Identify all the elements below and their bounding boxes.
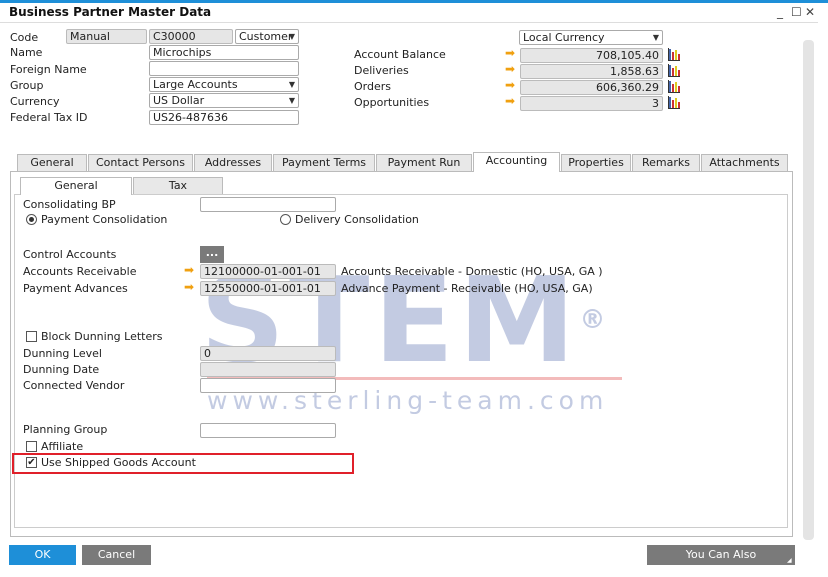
code-field[interactable]: C30000 (149, 29, 233, 44)
payment-consolidation-radio[interactable] (26, 214, 37, 225)
link-arrow-icon[interactable]: ➡ (505, 95, 515, 108)
name-field[interactable]: Microchips (149, 45, 299, 60)
name-label: Name (10, 46, 43, 59)
bar-chart-icon[interactable] (668, 96, 680, 109)
vertical-scrollbar[interactable] (803, 40, 814, 540)
tab-contact-persons[interactable]: Contact Persons (88, 154, 193, 171)
control-accounts-label: Control Accounts (23, 248, 117, 261)
tab-payment-terms[interactable]: Payment Terms (273, 154, 375, 171)
balance-value: 1,858.63 (520, 64, 663, 79)
currency-mode-select[interactable]: Local Currency (519, 30, 663, 45)
tax-id-label: Federal Tax ID (10, 111, 88, 124)
code-series-field[interactable]: Manual (66, 29, 147, 44)
tab-payment-run[interactable]: Payment Run (376, 154, 472, 171)
balance-label: Deliveries (354, 64, 409, 77)
bar-chart-icon[interactable] (668, 48, 680, 61)
you-can-also-button[interactable]: You Can Also (647, 545, 795, 565)
dunning-date-field[interactable] (200, 362, 336, 377)
consolidating-bp-label: Consolidating BP (23, 198, 116, 211)
tax-id-field[interactable]: US26-487636 (149, 110, 299, 125)
ar-description: Accounts Receivable - Domestic (HO, USA,… (341, 265, 603, 278)
code-label: Code (10, 31, 39, 44)
maximize-button[interactable]: ☐ (791, 5, 802, 19)
link-arrow-icon[interactable]: ➡ (505, 63, 515, 76)
planning-group-label: Planning Group (23, 423, 108, 436)
payment-consolidation-label: Payment Consolidation (41, 213, 168, 226)
currency-select[interactable]: US Dollar (149, 93, 299, 108)
balance-label: Account Balance (354, 48, 446, 61)
tab-remarks[interactable]: Remarks (632, 154, 700, 171)
shipped-goods-label: Use Shipped Goods Account (41, 456, 196, 469)
balance-value: 606,360.29 (520, 80, 663, 95)
window-top-bar (0, 0, 828, 3)
link-arrow-icon[interactable]: ➡ (505, 47, 515, 60)
dunning-date-label: Dunning Date (23, 363, 100, 376)
bp-type-select[interactable]: Customer (235, 29, 299, 44)
connected-vendor-label: Connected Vendor (23, 379, 125, 392)
tab-general[interactable]: General (17, 154, 87, 171)
dunning-level-label: Dunning Level (23, 347, 102, 360)
balance-label: Orders (354, 80, 391, 93)
minimize-button[interactable]: _ (777, 5, 783, 19)
balance-value: 708,105.40 (520, 48, 663, 63)
planning-group-field[interactable] (200, 423, 336, 438)
tab-attachments[interactable]: Attachments (701, 154, 788, 171)
bar-chart-icon[interactable] (668, 64, 680, 77)
pa-description: Advance Payment - Receivable (HO, USA, G… (341, 282, 593, 295)
window-title: Business Partner Master Data (9, 5, 212, 19)
connected-vendor-field[interactable] (200, 378, 336, 393)
ok-button[interactable]: OK (9, 545, 76, 565)
currency-label: Currency (10, 95, 60, 108)
pa-label: Payment Advances (23, 282, 128, 295)
dunning-level-field[interactable]: 0 (200, 346, 336, 361)
tab-accounting[interactable]: Accounting (473, 152, 560, 172)
delivery-consolidation-label: Delivery Consolidation (295, 213, 419, 226)
tab-addresses[interactable]: Addresses (194, 154, 272, 171)
group-label: Group (10, 79, 44, 92)
balance-value: 3 (520, 96, 663, 111)
balance-label: Opportunities (354, 96, 430, 109)
affiliate-checkbox[interactable] (26, 441, 37, 452)
group-select[interactable]: Large Accounts (149, 77, 299, 92)
pa-account-field[interactable]: 12550000-01-001-01 (200, 281, 336, 296)
foreign-name-label: Foreign Name (10, 63, 87, 76)
tab-properties[interactable]: Properties (561, 154, 631, 171)
shipped-goods-checkbox[interactable]: ✔ (26, 457, 37, 468)
link-arrow-icon[interactable]: ➡ (184, 281, 194, 294)
link-arrow-icon[interactable]: ➡ (184, 264, 194, 277)
consolidating-bp-field[interactable] (200, 197, 336, 212)
subtab-general[interactable]: General (20, 177, 132, 195)
delivery-consolidation-radio[interactable] (280, 214, 291, 225)
link-arrow-icon[interactable]: ➡ (505, 79, 515, 92)
cancel-button[interactable]: Cancel (82, 545, 151, 565)
ar-label: Accounts Receivable (23, 265, 137, 278)
ar-account-field[interactable]: 12100000-01-001-01 (200, 264, 336, 279)
close-button[interactable]: ✕ (805, 5, 815, 19)
control-accounts-button[interactable]: ... (200, 246, 224, 263)
divider (0, 22, 818, 23)
affiliate-label: Affiliate (41, 440, 84, 453)
block-dunning-label: Block Dunning Letters (41, 330, 163, 343)
foreign-name-field[interactable] (149, 61, 299, 76)
corner-triangle-icon: ◢ (787, 557, 792, 564)
subtab-tax[interactable]: Tax (133, 177, 223, 194)
block-dunning-checkbox[interactable] (26, 331, 37, 342)
bar-chart-icon[interactable] (668, 80, 680, 93)
